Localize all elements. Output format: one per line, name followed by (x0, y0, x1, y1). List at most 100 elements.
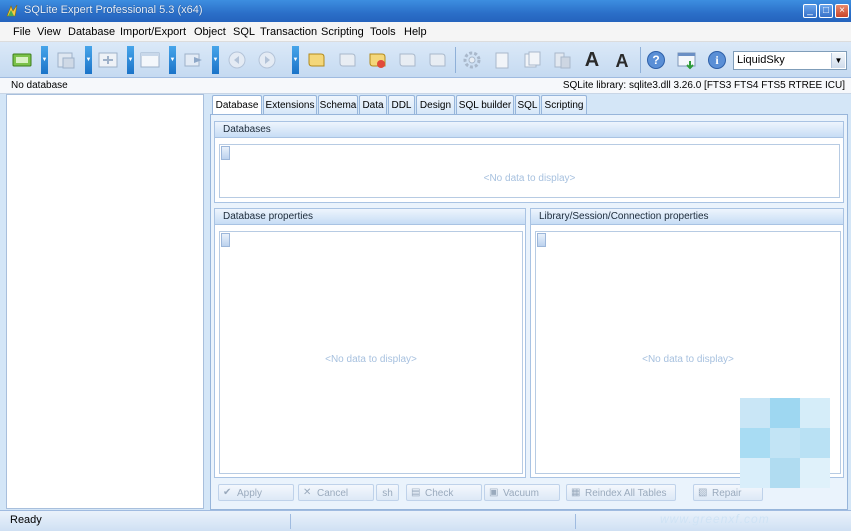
reindex-all-tables-button[interactable]: ▦ Reindex All Tables (566, 484, 676, 501)
watermark-url: www.greenxf.com (660, 512, 770, 526)
cancel-label: Cancel (317, 488, 349, 499)
execute-sql-icon[interactable] (182, 49, 206, 71)
menu-import-export[interactable]: Import/Export (120, 26, 186, 38)
copy-icon[interactable] (490, 49, 514, 71)
menu-file[interactable]: File (13, 26, 31, 38)
execute-sql-dropdown[interactable]: ▼ (212, 46, 219, 74)
cancel-button[interactable]: ✕ Cancel (298, 484, 374, 501)
close-button[interactable]: × (835, 4, 849, 18)
info-bar: No database SQLite library: sqlite3.dll … (0, 78, 851, 94)
toolbar-separator (455, 47, 456, 73)
attach-database-icon[interactable] (96, 49, 120, 71)
savepoint-icon[interactable] (395, 49, 419, 71)
databases-grid[interactable]: <No data to display> (219, 144, 840, 198)
check-button[interactable]: ▤ Check (406, 484, 482, 501)
new-table-icon[interactable] (138, 49, 162, 71)
menu-scripting[interactable]: Scripting (321, 26, 364, 38)
database-tree-pane[interactable] (6, 94, 204, 509)
forward-icon[interactable] (255, 49, 279, 71)
status-text: Ready (10, 514, 42, 526)
chevron-down-icon[interactable]: ▼ (831, 53, 845, 68)
vacuum-button[interactable]: ▣ Vacuum (484, 484, 560, 501)
theme-select-value: LiquidSky (737, 54, 785, 66)
minimize-button[interactable]: _ (803, 4, 817, 18)
database-properties-panel: Database properties <No data to display> (214, 208, 526, 478)
cross-icon: ✕ (303, 487, 312, 498)
tab-ddl[interactable]: DDL (388, 95, 415, 114)
begin-transaction-icon[interactable] (304, 49, 328, 71)
sqlite-library-info: SQLite library: sqlite3.dll 3.26.0 [FTS3… (562, 80, 845, 91)
check-database-icon: ▤ (411, 487, 421, 498)
refresh-button[interactable]: sh (376, 484, 399, 501)
toolbar-separator (640, 47, 641, 73)
settings-gear-icon[interactable] (460, 49, 484, 71)
new-database-icon[interactable] (10, 49, 34, 71)
rollback-icon[interactable] (365, 49, 389, 71)
help-icon[interactable]: ? (644, 49, 668, 71)
library-properties-header: Library/Session/Connection properties (531, 209, 843, 225)
status-divider (290, 514, 291, 529)
menu-object[interactable]: Object (194, 26, 226, 38)
grid-corner[interactable] (221, 233, 230, 247)
title-bar: SQLite Expert Professional 5.3 (x64) _ □… (0, 0, 851, 22)
watermark-logo (740, 398, 830, 498)
tab-scripting[interactable]: Scripting (541, 95, 587, 114)
repair-label: Repair (712, 488, 742, 499)
commit-icon[interactable] (335, 49, 359, 71)
tab-extensions[interactable]: Extensions (263, 95, 317, 114)
tab-sql-builder[interactable]: SQL builder (456, 95, 514, 114)
window-title: SQLite Expert Professional 5.3 (x64) (24, 4, 203, 16)
check-update-icon[interactable] (675, 49, 699, 71)
vacuum-label: Vacuum (503, 488, 539, 499)
grid-corner[interactable] (221, 146, 230, 160)
attach-database-dropdown[interactable]: ▼ (127, 46, 134, 74)
about-info-icon[interactable]: i (705, 49, 729, 71)
reindex-icon: ▦ (571, 487, 581, 498)
reindex-label: Reindex All Tables (585, 488, 667, 499)
tab-design[interactable]: Design (416, 95, 455, 114)
open-database-icon[interactable] (54, 49, 78, 71)
maximize-button[interactable]: □ (819, 4, 833, 18)
release-savepoint-icon[interactable] (425, 49, 449, 71)
vacuum-icon: ▣ (489, 487, 499, 498)
database-properties-empty-text: <No data to display> (325, 354, 417, 365)
svg-text:?: ? (652, 53, 659, 67)
apply-button[interactable]: ✔ Apply (218, 484, 294, 501)
grid-corner[interactable] (537, 233, 546, 247)
databases-panel: Databases <No data to display> (214, 121, 844, 203)
refresh-label: sh (382, 488, 393, 499)
navigation-dropdown[interactable]: ▼ (292, 46, 299, 74)
databases-panel-header: Databases (215, 122, 843, 138)
tab-sql[interactable]: SQL (515, 95, 540, 114)
new-table-dropdown[interactable]: ▼ (169, 46, 176, 74)
open-database-dropdown[interactable]: ▼ (85, 46, 92, 74)
database-properties-header: Database properties (215, 209, 525, 225)
menu-view[interactable]: View (37, 26, 61, 38)
new-database-dropdown[interactable]: ▼ (41, 46, 48, 74)
app-logo-icon (6, 4, 18, 17)
database-properties-grid[interactable]: <No data to display> (219, 231, 523, 474)
main-toolbar: ▼ ▼ ▼ ▼ ▼ ▼ A A ? i (0, 42, 851, 78)
apply-label: Apply (237, 488, 263, 499)
decrease-font-icon[interactable]: A (610, 49, 634, 71)
menu-tools[interactable]: Tools (370, 26, 396, 38)
menu-database[interactable]: Database (68, 26, 115, 38)
menu-sql[interactable]: SQL (233, 26, 255, 38)
tab-schema[interactable]: Schema (318, 95, 358, 114)
menu-transaction[interactable]: Transaction (260, 26, 317, 38)
increase-font-icon[interactable]: A (580, 49, 604, 71)
theme-select[interactable]: LiquidSky ▼ (733, 51, 847, 70)
databases-empty-text: <No data to display> (483, 173, 576, 184)
paste-icon[interactable] (520, 49, 544, 71)
tab-database[interactable]: Database (212, 95, 262, 115)
export-icon[interactable] (550, 49, 574, 71)
check-label: Check (425, 488, 454, 499)
repair-icon: ▧ (698, 487, 708, 498)
menu-help[interactable]: Help (404, 26, 427, 38)
back-icon[interactable] (225, 49, 249, 71)
tab-data[interactable]: Data (359, 95, 387, 114)
library-properties-empty-text: <No data to display> (642, 354, 734, 365)
checkmark-icon: ✔ (223, 487, 232, 498)
menu-bar: File View Database Import/Export Object … (0, 22, 851, 42)
status-divider (575, 514, 576, 529)
